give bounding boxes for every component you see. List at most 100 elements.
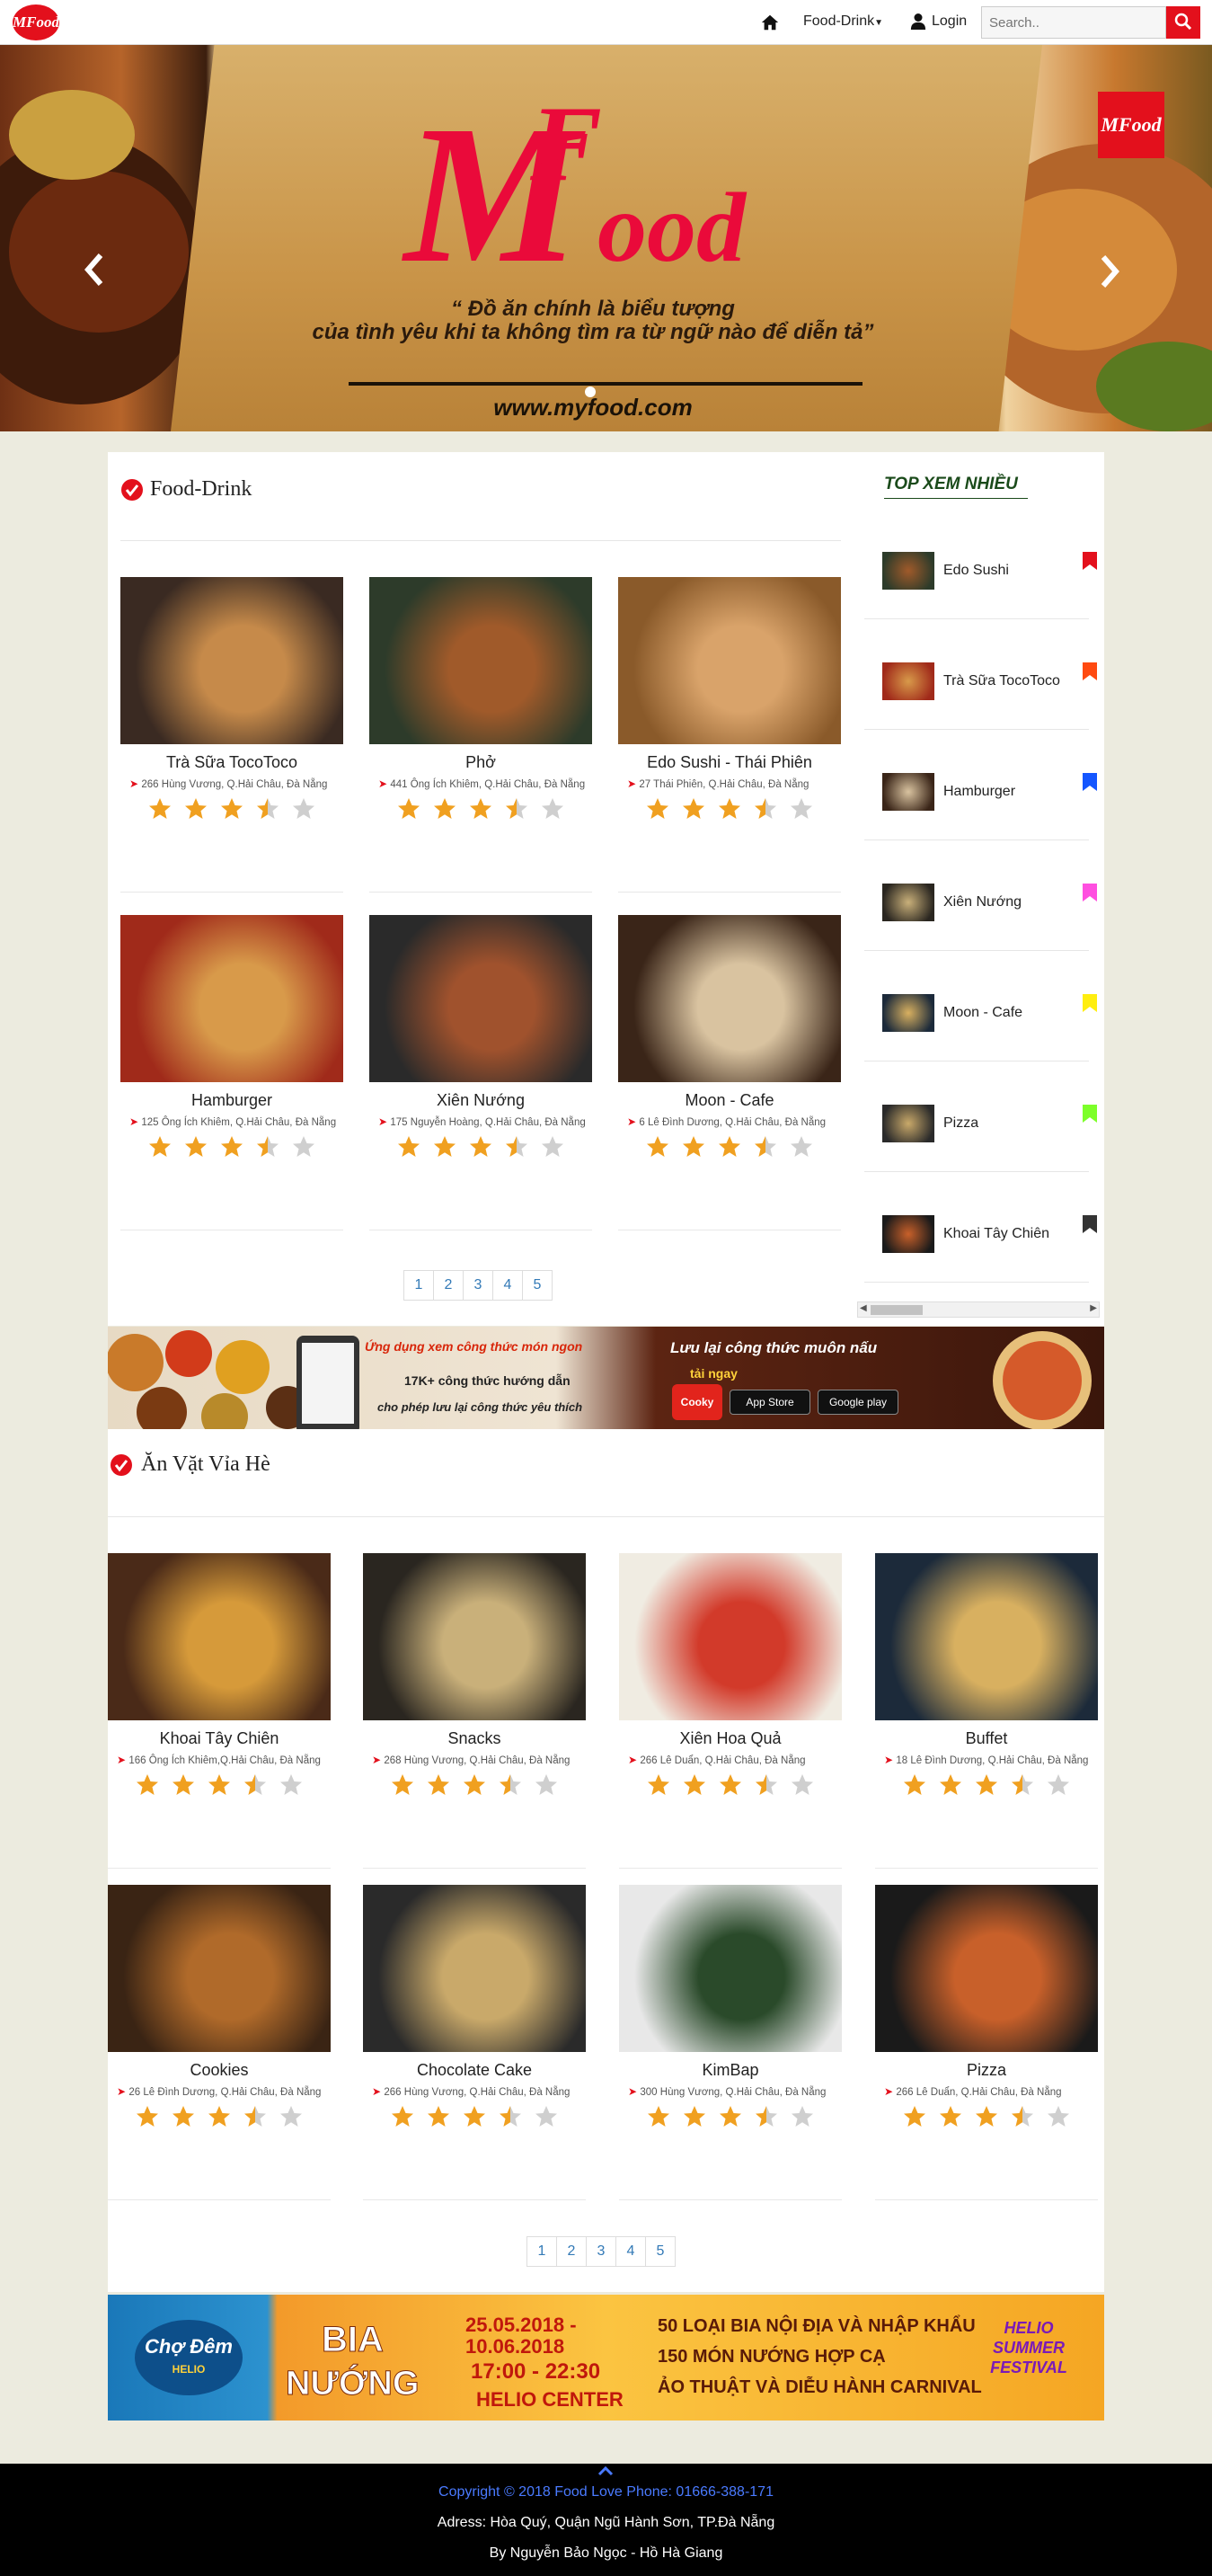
food-card[interactable]: Buffet ➤ 18 Lê Đình Dương, Q.Hải Châu, Đà…: [875, 1553, 1098, 1869]
top-views-thumb[interactable]: [882, 552, 934, 590]
star-icon[interactable]: [939, 1773, 962, 1797]
page-link[interactable]: 3: [586, 2236, 616, 2267]
food-name[interactable]: Pizza: [875, 2061, 1098, 2080]
page-link[interactable]: 4: [615, 2236, 646, 2267]
star-icon[interactable]: [535, 2105, 558, 2128]
star-rating[interactable]: [363, 1773, 586, 1797]
top-views-thumb[interactable]: [882, 773, 934, 811]
top-views-item[interactable]: Hamburger: [864, 730, 1097, 840]
food-card[interactable]: Pizza ➤ 266 Lê Duẩn, Q.Hải Châu, Đà Nẵng: [875, 1885, 1098, 2200]
star-icon[interactable]: [427, 2105, 450, 2128]
google-play-badge[interactable]: Google play: [818, 1390, 898, 1415]
star-icon[interactable]: [499, 2105, 522, 2128]
page-link[interactable]: 4: [492, 1270, 523, 1301]
chevron-up-icon[interactable]: [597, 2465, 615, 2477]
food-drink-dropdown[interactable]: Food-Drink▼: [803, 13, 883, 30]
page-link[interactable]: 2: [433, 1270, 464, 1301]
star-icon[interactable]: [975, 1773, 998, 1797]
top-views-label[interactable]: Moon - Cafe: [943, 1005, 1022, 1021]
food-name[interactable]: Edo Sushi - Thái Phiên: [618, 753, 841, 772]
cooky-app-ad[interactable]: Ứng dụng xem công thức món ngon 17K+ côn…: [108, 1327, 1104, 1430]
food-card[interactable]: Trà Sữa TocoToco ➤ 266 Hùng Vương, Q.Hải …: [120, 577, 343, 893]
top-views-item[interactable]: Trà Sữa TocoToco: [864, 619, 1097, 730]
star-rating[interactable]: [120, 797, 343, 821]
star-rating[interactable]: [875, 2105, 1098, 2128]
star-icon[interactable]: [256, 797, 279, 821]
food-photo[interactable]: [363, 1885, 586, 2052]
star-icon[interactable]: [541, 1135, 564, 1159]
food-name[interactable]: Xiên Hoa Quả: [619, 1729, 842, 1748]
star-icon[interactable]: [172, 1773, 195, 1797]
star-rating[interactable]: [619, 2105, 842, 2128]
top-views-item[interactable]: Edo Sushi: [864, 509, 1097, 619]
star-icon[interactable]: [184, 1135, 208, 1159]
star-icon[interactable]: [433, 797, 456, 821]
star-rating[interactable]: [108, 1773, 331, 1797]
search-button[interactable]: [1166, 6, 1200, 39]
star-icon[interactable]: [279, 2105, 303, 2128]
app-store-badge[interactable]: App Store: [730, 1390, 810, 1415]
star-icon[interactable]: [975, 2105, 998, 2128]
food-photo[interactable]: [619, 1885, 842, 2052]
top-views-label[interactable]: Xiên Nướng: [943, 894, 1022, 910]
top-views-item[interactable]: Moon - Cafe: [864, 951, 1097, 1061]
carousel-next-icon[interactable]: [1098, 253, 1121, 289]
food-name[interactable]: Trà Sữa TocoToco: [120, 753, 343, 772]
sidebar-scrollbar[interactable]: ◀ ▶: [857, 1301, 1100, 1318]
star-icon[interactable]: [427, 1773, 450, 1797]
top-views-thumb[interactable]: [882, 994, 934, 1032]
top-views-thumb[interactable]: [882, 1105, 934, 1142]
food-name[interactable]: KimBap: [619, 2061, 842, 2080]
star-icon[interactable]: [148, 1135, 172, 1159]
star-icon[interactable]: [646, 797, 669, 821]
star-icon[interactable]: [397, 1135, 420, 1159]
top-views-thumb[interactable]: [882, 662, 934, 700]
food-card[interactable]: Chocolate Cake ➤ 266 Hùng Vương, Q.Hải Ch…: [363, 1885, 586, 2200]
scroll-right-icon[interactable]: ▶: [1090, 1303, 1097, 1313]
food-name[interactable]: Buffet: [875, 1729, 1098, 1748]
star-icon[interactable]: [719, 2105, 742, 2128]
top-views-label[interactable]: Khoai Tây Chiên: [943, 1226, 1049, 1242]
scrollbar-thumb[interactable]: [871, 1305, 923, 1315]
carousel-prev-icon[interactable]: [83, 252, 106, 288]
star-icon[interactable]: [243, 2105, 267, 2128]
star-rating[interactable]: [875, 1773, 1098, 1797]
star-icon[interactable]: [136, 2105, 159, 2128]
star-rating[interactable]: [120, 1135, 343, 1159]
login-link[interactable]: Login: [932, 13, 967, 30]
star-icon[interactable]: [682, 797, 705, 821]
top-views-label[interactable]: Edo Sushi: [943, 563, 1009, 579]
page-link[interactable]: 5: [645, 2236, 676, 2267]
page-link[interactable]: 1: [526, 2236, 557, 2267]
star-rating[interactable]: [108, 2105, 331, 2128]
food-card[interactable]: Khoai Tây Chiên ➤ 166 Ông Ích Khiêm,Q.Hải…: [108, 1553, 331, 1869]
food-photo[interactable]: [618, 577, 841, 744]
food-photo[interactable]: [108, 1885, 331, 2052]
star-icon[interactable]: [184, 797, 208, 821]
star-icon[interactable]: [754, 1135, 777, 1159]
star-icon[interactable]: [683, 1773, 706, 1797]
star-icon[interactable]: [755, 1773, 778, 1797]
food-card[interactable]: Phở ➤ 441 Ông Ích Khiêm, Q.Hải Châu, Đà N…: [369, 577, 592, 893]
top-views-label[interactable]: Hamburger: [943, 784, 1015, 800]
food-card[interactable]: Cookies ➤ 26 Lê Đình Dương, Q.Hải Châu, Đ…: [108, 1885, 331, 2200]
star-icon[interactable]: [469, 1135, 492, 1159]
star-rating[interactable]: [619, 1773, 842, 1797]
food-card[interactable]: Edo Sushi - Thái Phiên ➤ 27 Thái Phiên, Q…: [618, 577, 841, 893]
star-icon[interactable]: [791, 1773, 814, 1797]
page-link[interactable]: 5: [522, 1270, 553, 1301]
festival-ad[interactable]: Chợ Đêm HELIO BIA NƯỚNG 25.05.2018 - 10.…: [108, 2295, 1104, 2421]
food-card[interactable]: Hamburger ➤ 125 Ông Ích Khiêm, Q.Hải Châu…: [120, 915, 343, 1230]
food-photo[interactable]: [875, 1885, 1098, 2052]
food-card[interactable]: Moon - Cafe ➤ 6 Lê Đình Dương, Q.Hải Châu…: [618, 915, 841, 1230]
star-icon[interactable]: [646, 1135, 669, 1159]
top-views-item[interactable]: Xiên Nướng: [864, 840, 1097, 951]
star-rating[interactable]: [369, 797, 592, 821]
star-icon[interactable]: [433, 1135, 456, 1159]
star-icon[interactable]: [790, 797, 813, 821]
star-icon[interactable]: [647, 2105, 670, 2128]
star-icon[interactable]: [505, 1135, 528, 1159]
star-rating[interactable]: [363, 2105, 586, 2128]
top-views-item[interactable]: Khoai Tây Chiên: [864, 1172, 1097, 1283]
star-rating[interactable]: [618, 797, 841, 821]
